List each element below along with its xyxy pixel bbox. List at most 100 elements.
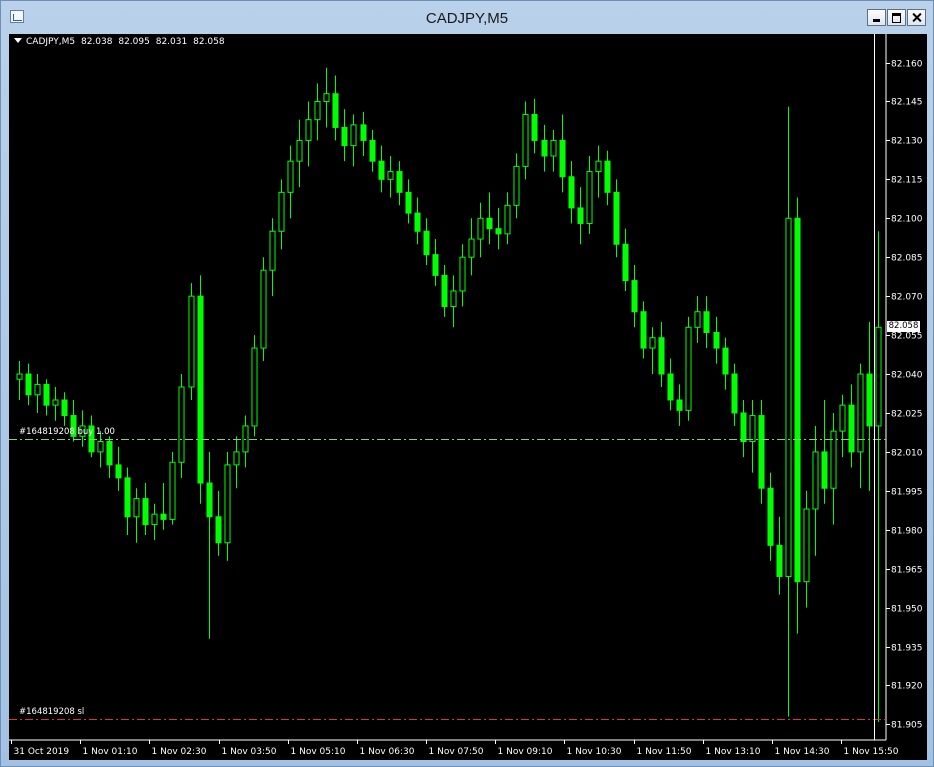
- candle-body-bearish: [124, 477, 131, 518]
- candle-body-bearish: [115, 464, 122, 479]
- candle-body-bullish: [260, 269, 267, 349]
- time-tick-label: 1 Nov 15:50: [844, 747, 899, 757]
- price-tick-label: 82.115: [891, 176, 923, 186]
- candlestick-chart[interactable]: 82.160 82.145 82.130 82.115 82.100 82.085 82.0…: [9, 34, 927, 760]
- candle-body-bullish: [550, 139, 557, 157]
- candle-body-bullish: [513, 165, 520, 206]
- candle-body-bearish: [531, 113, 538, 141]
- maximize-button[interactable]: [887, 9, 906, 26]
- candle-body-bearish: [414, 212, 421, 232]
- price-tick-label: 82.025: [891, 410, 923, 420]
- high-value: 82.095: [118, 37, 150, 47]
- time-tick-label: 1 Nov 13:10: [706, 747, 761, 757]
- candle-body-bullish: [296, 139, 303, 162]
- price-tick-label: 82.130: [891, 137, 923, 147]
- symbol-name: CADJPY,M5: [26, 37, 76, 47]
- candle-body-bearish: [441, 274, 448, 308]
- candle-body-bullish: [595, 160, 602, 173]
- candle-body-bearish: [541, 139, 548, 157]
- candle-body-bearish: [713, 331, 720, 349]
- candle-body-bullish: [803, 508, 810, 583]
- candle-body-bullish: [749, 415, 756, 443]
- candle-body-bullish: [133, 498, 140, 518]
- candle-body-bearish: [495, 228, 502, 235]
- candle-body-bearish: [396, 171, 403, 193]
- close-button[interactable]: [907, 9, 926, 26]
- candle-body-bearish: [622, 243, 629, 282]
- candle-body-bullish: [188, 295, 195, 388]
- candle-body-bullish: [97, 441, 104, 453]
- price-tick-label: 82.010: [891, 449, 923, 459]
- title-bar[interactable]: CADJPY,M5: [1, 1, 933, 34]
- candle-body-bearish: [631, 280, 638, 313]
- candle-body-bearish: [577, 207, 584, 224]
- candle-body-bullish: [350, 124, 357, 147]
- candle-body-bullish: [685, 326, 692, 411]
- candle-body-bearish: [658, 337, 665, 375]
- time-tick-label: 31 Oct 2019: [14, 747, 70, 757]
- time-tick-label: 1 Nov 02:30: [152, 747, 207, 757]
- candle-body-bullish: [251, 347, 258, 427]
- candle-body-bullish: [450, 290, 457, 308]
- chart-canvas[interactable]: 82.160 82.145 82.130 82.115 82.100 82.085 82.0…: [9, 34, 927, 760]
- time-tick-label: 1 Nov 06:30: [360, 747, 415, 757]
- candle-body-bearish: [758, 415, 765, 489]
- time-tick-label: 1 Nov 03:50: [222, 747, 277, 757]
- candle-body-bearish: [486, 217, 493, 230]
- candle-body-bullish: [287, 160, 294, 193]
- candle-body-bullish: [477, 217, 484, 240]
- candle-body-bearish: [821, 451, 828, 489]
- candle-body-bullish: [586, 171, 593, 224]
- low-value: 82.031: [155, 37, 188, 47]
- candle-body-bullish: [694, 311, 701, 328]
- candle-body-bullish: [278, 191, 285, 232]
- candle-body-bearish: [794, 217, 801, 583]
- candle-body-bearish: [776, 544, 783, 577]
- candle-body-bullish: [151, 513, 158, 526]
- order-entry-label[interactable]: #164819208 buy 1.00: [19, 427, 115, 437]
- candle-body-bearish: [848, 404, 855, 453]
- price-tick-label: 81.905: [891, 721, 923, 731]
- price-tick-label: 82.040: [891, 371, 923, 381]
- candle-body-bearish: [767, 487, 774, 546]
- candle-body-bearish: [676, 399, 683, 411]
- open-value: 82.038: [80, 37, 113, 47]
- candle-body-bearish: [160, 513, 167, 520]
- candle-body-bullish: [233, 451, 240, 466]
- candle-body-bullish: [459, 256, 466, 292]
- candle-body-bearish: [423, 230, 430, 256]
- candle-body-bearish: [332, 93, 339, 128]
- candle-body-bearish: [369, 139, 376, 162]
- candle-body-bearish: [378, 160, 385, 180]
- time-tick-label: 1 Nov 01:10: [83, 747, 138, 757]
- candle-body-bearish: [215, 516, 222, 544]
- symbol-header: CADJPY,M5 82.038 82.095 82.031 82.058: [14, 37, 228, 47]
- time-tick-label: 1 Nov 14:30: [775, 747, 830, 757]
- price-tick-label: 81.965: [891, 566, 923, 576]
- price-tick-label: 81.995: [891, 488, 923, 498]
- chart-window: CADJPY,M5 82.160 82.145 82.130 82.115 82.100…: [0, 0, 934, 767]
- price-tick-label: 82.160: [891, 60, 923, 70]
- candle-body-bearish: [43, 383, 50, 406]
- stop-loss-label[interactable]: #164819208 sl: [19, 707, 84, 717]
- candle-body-bullish: [649, 337, 656, 349]
- price-tick-label: 82.145: [891, 98, 923, 108]
- candle-body-bullish: [314, 100, 321, 121]
- close-value: 82.058: [193, 37, 225, 47]
- candle-body-bearish: [559, 139, 566, 178]
- candle-body-bearish: [360, 124, 367, 141]
- candle-body-bearish: [866, 373, 873, 427]
- candle-body-bullish: [387, 171, 394, 180]
- price-tick-label: 81.980: [891, 527, 923, 537]
- window-title: CADJPY,M5: [425, 10, 509, 27]
- candle-body-bullish: [785, 217, 792, 577]
- dropdown-triangle-icon[interactable]: [14, 38, 22, 43]
- time-tick-label: 1 Nov 11:50: [637, 747, 692, 757]
- time-tick-label: 1 Nov 10:30: [567, 747, 622, 757]
- candle-body-bearish: [206, 482, 213, 518]
- candle-body-bullish: [269, 230, 276, 271]
- minimize-button[interactable]: [867, 9, 886, 26]
- candle-body-bearish: [197, 295, 204, 484]
- price-tick-label: 81.935: [891, 644, 923, 654]
- candle-body-bullish: [305, 119, 312, 141]
